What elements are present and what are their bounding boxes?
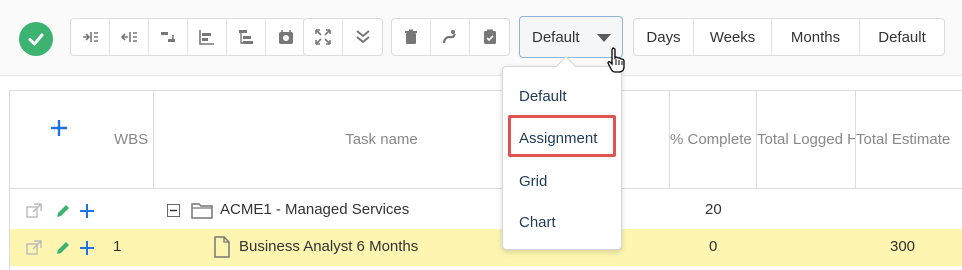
assign-button[interactable] xyxy=(431,19,470,55)
logged-header-label: Total Logged Hours xyxy=(757,131,855,148)
timescale-group: Days Weeks Months Default xyxy=(633,18,945,56)
toolbar: Default Days Weeks Months Default xyxy=(0,0,962,76)
estimate-cell[interactable]: 300 xyxy=(890,238,915,255)
collapse-all-button[interactable] xyxy=(343,19,382,55)
col-complete-header[interactable]: % Complete xyxy=(670,91,757,188)
add-row-icon[interactable] xyxy=(49,118,69,138)
hierarchy-button[interactable] xyxy=(227,19,266,55)
highlight-callout xyxy=(508,115,616,157)
col-estimate-header[interactable]: Total Estimate xyxy=(856,91,962,188)
table-row[interactable]: 1 Business Analyst 6 Months 0 300 xyxy=(10,229,962,266)
outdent-icon xyxy=(120,32,137,42)
hand-cursor-icon xyxy=(607,47,625,73)
align-tasks-button[interactable] xyxy=(188,19,227,55)
range-weeks-button[interactable]: Weeks xyxy=(694,19,772,55)
col-logged-header[interactable]: Total Logged Hours xyxy=(757,91,856,188)
trash-icon xyxy=(405,29,417,44)
schedule-button[interactable] xyxy=(266,19,305,55)
task-name-cell[interactable]: Business Analyst 6 Months xyxy=(239,238,418,255)
delete-button[interactable] xyxy=(392,19,431,55)
task-grid: WBS Task name % Complete Total Logged Ho… xyxy=(9,90,962,270)
calendar-icon xyxy=(278,30,293,44)
indent-icon xyxy=(83,32,98,42)
save-check-button[interactable] xyxy=(19,22,53,56)
caret-down-icon xyxy=(597,34,611,42)
range-days-button[interactable]: Days xyxy=(634,19,694,55)
collapse-toggle-icon[interactable] xyxy=(167,204,180,217)
view-dropdown-menu: Default Assignment Grid Chart xyxy=(502,56,622,250)
header-actions-cell: WBS xyxy=(10,91,154,188)
indent-button[interactable] xyxy=(71,19,110,55)
complete-cell[interactable]: 20 xyxy=(705,201,722,218)
edit-pencil-icon[interactable] xyxy=(55,240,71,256)
checkmark-icon xyxy=(28,33,44,46)
align-left-icon xyxy=(199,30,214,45)
open-external-icon[interactable] xyxy=(26,240,42,256)
expand-group xyxy=(303,18,383,56)
range-default-button[interactable]: Default xyxy=(860,19,944,55)
expand-button[interactable] xyxy=(304,19,343,55)
complete-header-label: % Complete xyxy=(670,131,752,148)
range-months-button[interactable]: Months xyxy=(772,19,860,55)
task-name-header-label: Task name xyxy=(345,131,418,148)
hierarchy-icon xyxy=(239,30,253,44)
grid-header: WBS Task name % Complete Total Logged Ho… xyxy=(10,91,962,189)
table-row[interactable]: ACME1 - Managed Services 20 xyxy=(10,192,962,229)
add-child-icon[interactable] xyxy=(79,203,95,219)
hand-icon xyxy=(442,30,456,44)
edit-pencil-icon[interactable] xyxy=(55,203,71,219)
add-child-icon[interactable] xyxy=(79,240,95,256)
link-tasks-button[interactable] xyxy=(149,19,188,55)
outdent-button[interactable] xyxy=(110,19,149,55)
link-tasks-icon xyxy=(161,32,175,42)
menu-item-chart[interactable]: Chart xyxy=(519,214,556,231)
estimate-header-label: Total Estimate xyxy=(856,131,951,148)
view-select-value: Default xyxy=(532,28,580,46)
clipboard-button[interactable] xyxy=(470,19,509,55)
document-icon xyxy=(214,236,230,258)
edit-group xyxy=(391,18,510,56)
wbs-cell[interactable]: 1 xyxy=(113,238,121,255)
col-wbs-header[interactable]: WBS xyxy=(114,131,148,148)
folder-icon xyxy=(191,203,213,219)
expand-icon xyxy=(315,29,331,45)
complete-cell[interactable]: 0 xyxy=(709,238,717,255)
task-name-cell[interactable]: ACME1 - Managed Services xyxy=(220,201,409,218)
open-external-icon[interactable] xyxy=(26,203,42,219)
double-chevron-down-icon xyxy=(355,30,370,44)
indent-group xyxy=(70,18,306,56)
clipboard-check-icon xyxy=(483,29,496,44)
menu-item-grid[interactable]: Grid xyxy=(519,173,547,190)
menu-item-default[interactable]: Default xyxy=(519,88,567,105)
